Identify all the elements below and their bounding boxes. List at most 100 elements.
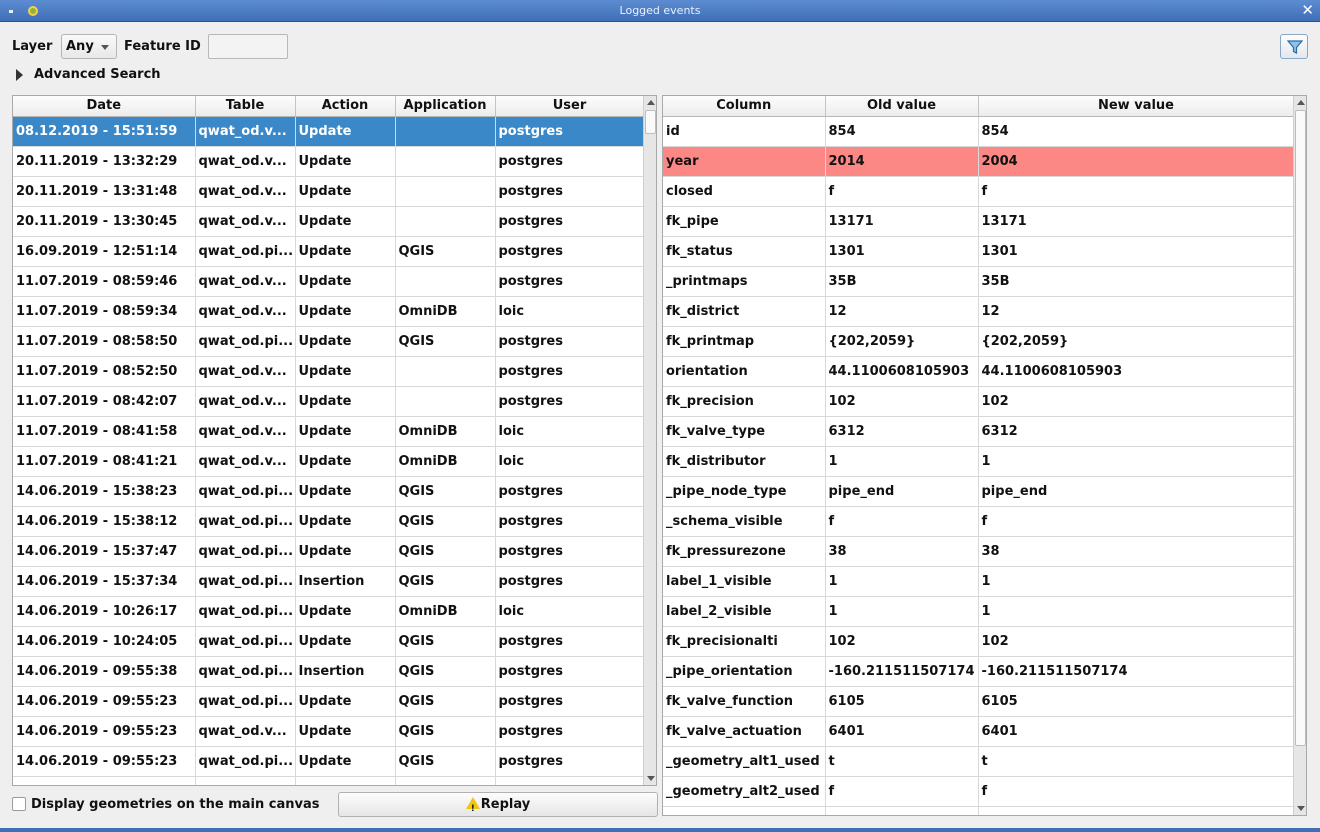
events-row[interactable]: 14.06.2019 - 15:38:23 qwat_od.pi... Update…	[13, 476, 645, 507]
events-cell: 11.07.2019 - 08:41:21	[13, 446, 196, 477]
events-cell: Update	[295, 116, 396, 147]
diff-cell: 12	[978, 296, 1295, 327]
diff-cell: fk_pressurezone	[663, 536, 826, 567]
diff-row[interactable]: year 2014 2004	[663, 146, 1295, 177]
events-row[interactable]: 11.07.2019 - 08:59:34 qwat_od.v... Update O…	[13, 296, 645, 327]
diff-row[interactable]: fk_district 12 12	[663, 296, 1295, 327]
diff-row[interactable]: label_2_visible 1 1	[663, 596, 1295, 627]
diff-cell: 1	[825, 566, 979, 597]
events-row[interactable]	[13, 776, 645, 785]
events-cell: QGIS	[395, 476, 496, 507]
events-row[interactable]: 16.09.2019 - 12:51:14 qwat_od.pi... Update…	[13, 236, 645, 267]
diff-row[interactable]: _printmaps 35B 35B	[663, 266, 1295, 297]
events-scroll-thumb[interactable]	[645, 110, 656, 134]
events-header-3[interactable]: Application	[395, 96, 496, 117]
advanced-search-toggle[interactable]: Advanced Search	[34, 67, 161, 82]
events-row[interactable]: 14.06.2019 - 15:38:12 qwat_od.pi... Update…	[13, 506, 645, 537]
diff-row[interactable]: fk_precision 102 102	[663, 386, 1295, 417]
diff-row[interactable]: id 854 854	[663, 116, 1295, 147]
events-cell	[395, 146, 496, 177]
diff-cell: 6312	[825, 416, 979, 447]
events-cell: postgres	[495, 746, 645, 777]
diff-row[interactable]: fk_precisionalti 102 102	[663, 626, 1295, 657]
events-row[interactable]: 08.12.2019 - 15:51:59 qwat_od.v... Update p…	[13, 116, 645, 147]
events-row[interactable]: 14.06.2019 - 10:26:17 qwat_od.pi... Update…	[13, 596, 645, 627]
diff-scroll-thumb[interactable]	[1295, 110, 1306, 746]
events-header-4[interactable]: User	[495, 96, 645, 117]
display-geometries-checkbox[interactable]	[12, 797, 26, 811]
diff-cell: 38	[825, 536, 979, 567]
events-row[interactable]: 11.07.2019 - 08:42:07 qwat_od.v... Update p…	[13, 386, 645, 417]
scroll-up-icon[interactable]	[1297, 100, 1305, 105]
diff-row[interactable]: _geometry_alt2_used f f	[663, 776, 1295, 807]
events-row[interactable]: 11.07.2019 - 08:59:46 qwat_od.v... Update p…	[13, 266, 645, 297]
diff-row[interactable]: orientation 44.1100608105903 44.1100608105…	[663, 356, 1295, 387]
events-row[interactable]: 14.06.2019 - 09:55:23 qwat_od.pi... Update…	[13, 686, 645, 717]
events-row[interactable]: 14.06.2019 - 15:37:34 qwat_od.pi... Insert…	[13, 566, 645, 597]
events-cell	[395, 776, 496, 785]
diff-header-1[interactable]: Old value	[825, 96, 979, 117]
events-cell: qwat_od.pi...	[195, 626, 296, 657]
events-row[interactable]: 20.11.2019 - 13:31:48 qwat_od.v... Update p…	[13, 176, 645, 207]
replay-button[interactable]: Replay	[338, 792, 658, 821]
diff-row[interactable]: _pipe_orientation -160.211511507174 -160.2…	[663, 656, 1295, 687]
layer-combo[interactable]: Any	[61, 34, 117, 59]
scroll-up-icon[interactable]	[647, 100, 655, 105]
close-icon[interactable]: ✕	[1301, 2, 1314, 18]
diff-row[interactable]: _schema_visible f f	[663, 506, 1295, 537]
diff-cell: {202,2059}	[825, 326, 979, 357]
scroll-down-icon[interactable]	[1297, 806, 1305, 811]
diff-cell: 1	[978, 446, 1295, 477]
warning-icon	[465, 797, 480, 821]
events-row[interactable]: 11.07.2019 - 08:58:50 qwat_od.pi... Update…	[13, 326, 645, 357]
diff-row[interactable]: fk_printmap {202,2059} {202,2059}	[663, 326, 1295, 357]
diff-scrollbar[interactable]	[1293, 96, 1306, 815]
events-header-1[interactable]: Table	[195, 96, 296, 117]
events-cell: 14.06.2019 - 15:37:34	[13, 566, 196, 597]
events-row[interactable]: 20.11.2019 - 13:32:29 qwat_od.v... Update p…	[13, 146, 645, 177]
display-geometries-label[interactable]: Display geometries on the main canvas	[31, 797, 320, 812]
events-row[interactable]: 11.07.2019 - 08:52:50 qwat_od.v... Update p…	[13, 356, 645, 387]
events-row[interactable]: 11.07.2019 - 08:41:21 qwat_od.v... Update O…	[13, 446, 645, 477]
events-cell: 11.07.2019 - 08:59:46	[13, 266, 196, 297]
diff-cell: 1301	[978, 236, 1295, 267]
events-row[interactable]: 14.06.2019 - 09:55:23 qwat_od.pi... Update…	[13, 746, 645, 777]
diff-cell: 2014	[825, 146, 979, 177]
diff-cell: _pipe_orientation	[663, 656, 826, 687]
events-row[interactable]: 14.06.2019 - 09:55:23 qwat_od.v... Update Q…	[13, 716, 645, 747]
diff-row[interactable]: closed f f	[663, 176, 1295, 207]
diff-cell: f	[825, 176, 979, 207]
events-row[interactable]: 14.06.2019 - 15:37:47 qwat_od.pi... Update…	[13, 536, 645, 567]
events-row[interactable]: 11.07.2019 - 08:41:58 qwat_od.v... Update O…	[13, 416, 645, 447]
diff-cell: label_2_visible	[663, 596, 826, 627]
events-row[interactable]: 14.06.2019 - 10:24:05 qwat_od.pi... Update…	[13, 626, 645, 657]
filter-button[interactable]	[1280, 34, 1308, 59]
diff-row[interactable]: fk_valve_type 6312 6312	[663, 416, 1295, 447]
diff-header-2[interactable]: New value	[978, 96, 1295, 117]
diff-table[interactable]: Column Old value New value id 854 854 year 201…	[662, 95, 1307, 816]
events-table[interactable]: Date Table Action Application User 08.12.201…	[12, 95, 657, 786]
events-header-0[interactable]: Date	[13, 96, 196, 117]
diff-row[interactable]: label_1_visible 1 1	[663, 566, 1295, 597]
diff-row[interactable]: _pipe_node_type pipe_end pipe_end	[663, 476, 1295, 507]
events-row[interactable]: 20.11.2019 - 13:30:45 qwat_od.v... Update p…	[13, 206, 645, 237]
diff-cell: f	[825, 776, 979, 807]
diff-row[interactable]: fk_pressurezone 38 38	[663, 536, 1295, 567]
scroll-down-icon[interactable]	[647, 776, 655, 781]
expand-arrow-icon[interactable]	[16, 69, 23, 81]
events-scrollbar[interactable]	[643, 96, 656, 785]
diff-row[interactable]: _geometry_alt1_used t t	[663, 746, 1295, 777]
diff-cell: fk_pipe	[663, 206, 826, 237]
events-cell: QGIS	[395, 236, 496, 267]
diff-row[interactable]: fk_valve_function 6105 6105	[663, 686, 1295, 717]
events-cell: 11.07.2019 - 08:52:50	[13, 356, 196, 387]
diff-row[interactable]: fk_valve_actuation 6401 6401	[663, 716, 1295, 747]
events-header-2[interactable]: Action	[295, 96, 396, 117]
diff-header-0[interactable]: Column	[663, 96, 826, 117]
diff-row[interactable]: fk_status 1301 1301	[663, 236, 1295, 267]
diff-row[interactable]: fk_distributor 1 1	[663, 446, 1295, 477]
diff-row[interactable]	[663, 806, 1295, 815]
feature-id-input[interactable]	[208, 34, 288, 59]
diff-row[interactable]: fk_pipe 13171 13171	[663, 206, 1295, 237]
events-row[interactable]: 14.06.2019 - 09:55:38 qwat_od.pi... Insert…	[13, 656, 645, 687]
